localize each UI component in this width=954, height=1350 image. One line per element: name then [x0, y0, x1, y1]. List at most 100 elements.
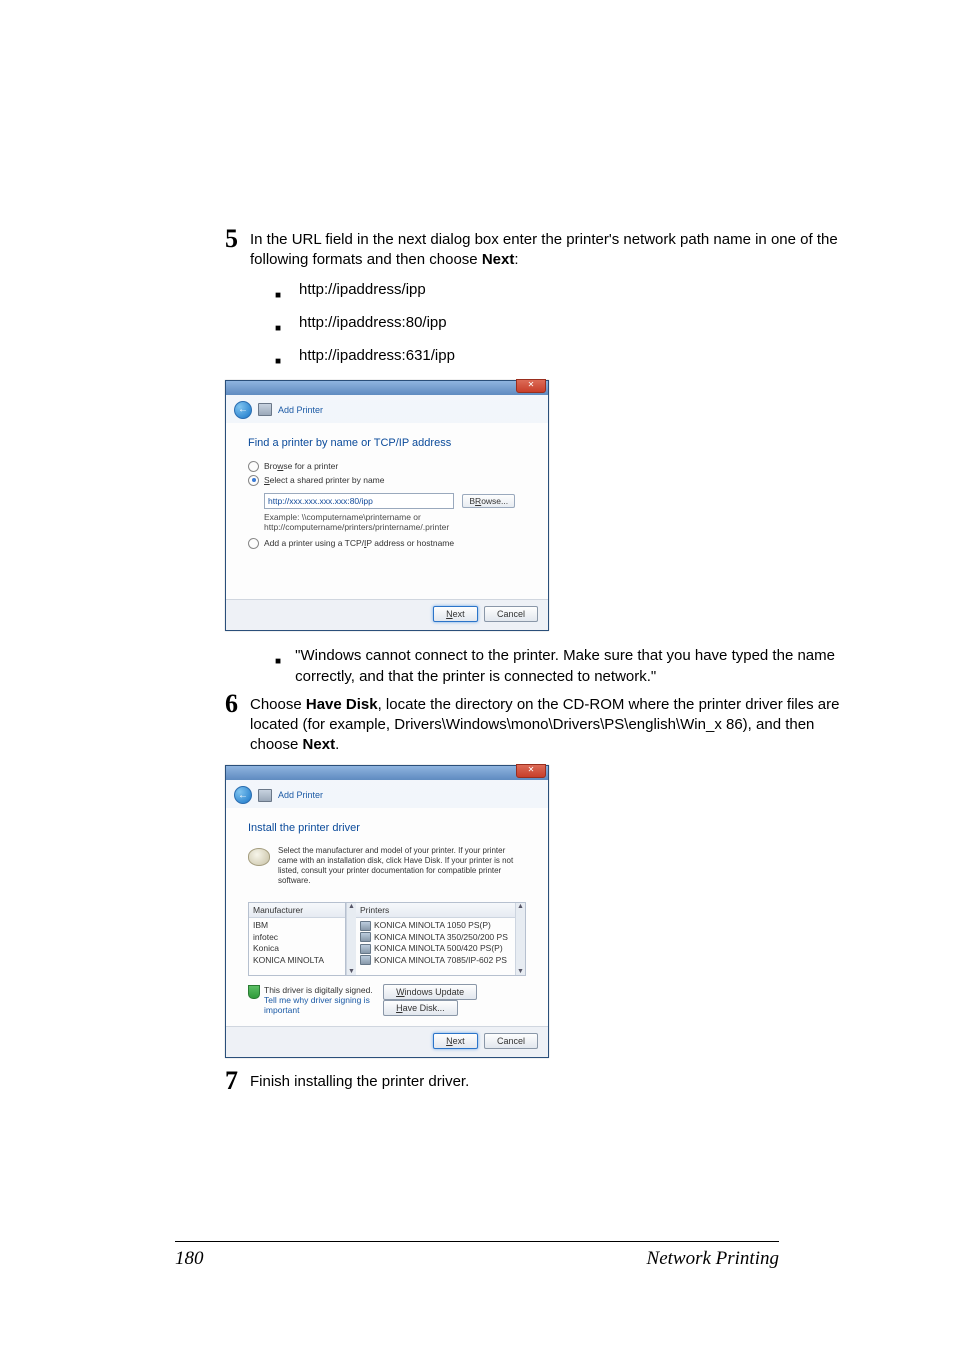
- manufacturer-header: Manufacturer: [249, 903, 345, 918]
- accel: W: [396, 987, 405, 997]
- dialog-title: Add Printer: [278, 405, 323, 415]
- page-number: 180: [175, 1248, 204, 1270]
- step-5-text-a: In the URL field in the next dialog box …: [250, 231, 838, 268]
- bullet-icon: [275, 283, 285, 304]
- accel: w: [277, 461, 283, 471]
- signed-text: This driver is digitally signed.: [264, 985, 379, 995]
- close-button[interactable]: ✕: [516, 379, 546, 393]
- list-item[interactable]: KONICA MINOLTA 7085/IP-602 PS: [360, 955, 511, 966]
- list-item[interactable]: KONICA MINOLTA 500/420 PS(P): [360, 943, 511, 954]
- printer-item-icon: [360, 921, 371, 931]
- accel: H: [396, 1003, 403, 1013]
- windows-update-button[interactable]: Windows Update: [383, 984, 477, 1000]
- step-5-next-bold: Next: [482, 251, 515, 268]
- step-6-a: Choose: [250, 696, 306, 713]
- list-item[interactable]: KONICA MINOLTA: [253, 955, 341, 966]
- example-line-2: http://computername/printers/printername…: [264, 522, 526, 532]
- browse-button[interactable]: BRowse...: [462, 494, 515, 508]
- accel: I: [364, 538, 366, 548]
- list-item[interactable]: Konica: [253, 943, 341, 954]
- example-line-1: Example: \\computername\printername or: [264, 512, 526, 522]
- manufacturer-list[interactable]: Manufacturer IBM infotec Konica KONICA M…: [249, 903, 346, 975]
- option-label: Browse for a printer: [264, 461, 338, 471]
- step-5-text: In the URL field in the next dialog box …: [250, 230, 854, 271]
- dialog-heading: Find a printer by name or TCP/IP address: [248, 437, 526, 449]
- next-button[interactable]: Next: [433, 606, 478, 622]
- cancel-button[interactable]: Cancel: [484, 606, 538, 622]
- step-6-e: .: [335, 736, 339, 753]
- step-5-number: 5: [225, 224, 238, 254]
- step-6-next: Next: [303, 736, 336, 753]
- next-button[interactable]: Next: [433, 1033, 478, 1049]
- bullet-icon: [275, 349, 285, 370]
- list-item[interactable]: KONICA MINOLTA 350/250/200 PS: [360, 932, 511, 943]
- driver-instruction-text: Select the manufacturer and model of you…: [278, 846, 526, 886]
- option-tcpip[interactable]: Add a printer using a TCP/IP address or …: [248, 538, 526, 549]
- bullet-icon: [275, 316, 285, 337]
- signed-row: This driver is digitally signed. Tell me…: [248, 984, 526, 1016]
- step-6-text: Choose Have Disk, locate the directory o…: [250, 695, 854, 756]
- dialog-header: ← Add Printer: [226, 780, 548, 808]
- signing-link[interactable]: Tell me why driver signing is important: [264, 995, 379, 1015]
- accel: N: [446, 1036, 453, 1046]
- add-printer-dialog-find: ✕ ← Add Printer Find a printer by name o…: [225, 380, 549, 631]
- driver-lists: Manufacturer IBM infotec Konica KONICA M…: [248, 902, 526, 976]
- printer-item-icon: [360, 932, 371, 942]
- accel: N: [446, 609, 453, 619]
- cancel-button[interactable]: Cancel: [484, 1033, 538, 1049]
- bullet-item: http://ipaddress:80/ipp: [275, 312, 854, 337]
- dialog-heading: Install the printer driver: [248, 822, 526, 834]
- option-browse-printer[interactable]: Browse for a printer: [248, 461, 526, 472]
- page-footer: 180 Network Printing: [175, 1241, 779, 1270]
- bullet-text: http://ipaddress:80/ipp: [299, 312, 447, 337]
- bullet-text: http://ipaddress:631/ipp: [299, 345, 455, 370]
- dialog-title: Add Printer: [278, 790, 323, 800]
- dialog-button-bar: Next Cancel: [226, 1026, 548, 1057]
- radio-icon-selected: [248, 475, 259, 486]
- scrollbar[interactable]: ▲▼: [346, 903, 356, 975]
- option-label: Add a printer using a TCP/IP address or …: [264, 538, 454, 548]
- bullet-item: http://ipaddress/ipp: [275, 279, 854, 304]
- step-5-text-c: :: [514, 251, 518, 268]
- printer-item-icon: [360, 955, 371, 965]
- step-6-number: 6: [225, 689, 238, 719]
- dialog-header: ← Add Printer: [226, 395, 548, 423]
- add-printer-dialog-driver: ✕ ← Add Printer Install the printer driv…: [225, 765, 549, 1058]
- list-item[interactable]: infotec: [253, 932, 341, 943]
- radio-icon: [248, 461, 259, 472]
- step-7-number: 7: [225, 1066, 238, 1096]
- accel: S: [264, 475, 270, 485]
- printer-url-input[interactable]: http://xxx.xxx.xxx.xxx:80/ipp: [264, 493, 454, 509]
- dialog-content: Install the printer driver Select the ma…: [226, 808, 548, 1026]
- printer-item-icon: [360, 944, 371, 954]
- example-text: Example: \\computername\printername or h…: [264, 512, 526, 532]
- back-button[interactable]: ←: [234, 401, 252, 419]
- bullet-icon: [275, 649, 281, 687]
- close-button[interactable]: ✕: [516, 764, 546, 778]
- back-button[interactable]: ←: [234, 786, 252, 804]
- printers-header: Printers: [356, 903, 515, 918]
- page: 5 In the URL field in the next dialog bo…: [0, 0, 954, 1350]
- dialog-titlebar: ✕: [226, 766, 548, 780]
- scrollbar[interactable]: ▲▼: [515, 903, 525, 975]
- shield-icon: [248, 985, 260, 999]
- option-label: Select a shared printer by name: [264, 475, 384, 485]
- have-disk-button[interactable]: Have Disk...: [383, 1000, 458, 1016]
- dialog-titlebar: ✕: [226, 381, 548, 395]
- section-title: Network Printing: [647, 1248, 779, 1270]
- dialog-button-bar: Next Cancel: [226, 599, 548, 630]
- driver-instruction-row: Select the manufacturer and model of you…: [248, 846, 526, 886]
- list-item[interactable]: KONICA MINOLTA 1050 PS(P): [360, 920, 511, 931]
- bullet-item: http://ipaddress:631/ipp: [275, 345, 854, 370]
- dialog-content: Find a printer by name or TCP/IP address…: [226, 423, 548, 599]
- printers-list[interactable]: Printers KONICA MINOLTA 1050 PS(P) KONIC…: [356, 903, 515, 975]
- note-text: "Windows cannot connect to the printer. …: [295, 645, 854, 687]
- printer-icon: [258, 789, 272, 802]
- option-select-shared[interactable]: Select a shared printer by name: [248, 475, 526, 486]
- step-7-text: Finish installing the printer driver.: [250, 1072, 854, 1092]
- step-6-have-disk: Have Disk: [306, 696, 378, 713]
- bullet-text: http://ipaddress/ipp: [299, 279, 426, 304]
- radio-icon: [248, 538, 259, 549]
- list-item[interactable]: IBM: [253, 920, 341, 931]
- printer-icon: [258, 403, 272, 416]
